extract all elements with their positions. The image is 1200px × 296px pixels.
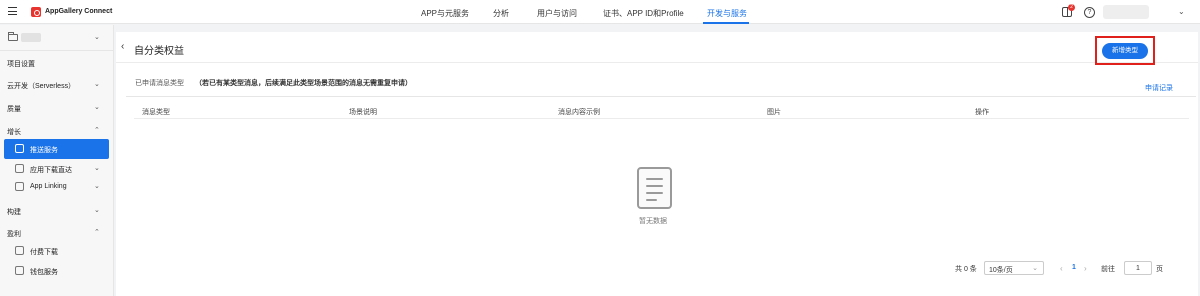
sidebar-item-quality[interactable]: 质量 ⌄ bbox=[0, 98, 114, 118]
sidebar-item-app-linking[interactable]: App Linking ⌄ bbox=[0, 177, 114, 197]
tab-analytics[interactable]: 分析 bbox=[493, 8, 509, 19]
chevron-down-icon: ⌄ bbox=[94, 104, 100, 111]
chevron-down-icon: ⌄ bbox=[94, 165, 100, 172]
sidebar-item-label: 钱包服务 bbox=[30, 269, 58, 276]
rocket-icon bbox=[15, 144, 24, 153]
chevron-down-icon[interactable]: ⌄ bbox=[94, 33, 100, 41]
sidebar-item-wallet[interactable]: 钱包服务 bbox=[0, 261, 114, 281]
chevron-down-icon: ⌄ bbox=[94, 207, 100, 214]
tab-app-services[interactable]: APP与元服务 bbox=[421, 8, 469, 19]
sidebar-item-project-settings[interactable]: 项目设置 bbox=[0, 53, 114, 73]
sidebar-item-label: 推送服务 bbox=[30, 147, 58, 154]
sidebar-item-paid-download[interactable]: 付费下载 bbox=[0, 241, 114, 261]
brand-name: AppGallery Connect bbox=[45, 8, 113, 15]
notification-badge: 2 bbox=[1068, 4, 1075, 11]
help-icon[interactable]: ? bbox=[1084, 7, 1095, 18]
divider bbox=[126, 96, 1196, 97]
sidebar-item-label: 云开发（Serverless） bbox=[7, 83, 76, 90]
highlight-box bbox=[1095, 36, 1155, 65]
sidebar-item-label: App Linking bbox=[30, 183, 67, 190]
sidebar-item-growth[interactable]: 增长 ⌃ bbox=[0, 121, 114, 141]
next-page-icon[interactable]: › bbox=[1084, 264, 1087, 273]
tab-develop-services[interactable]: 开发与服务 bbox=[707, 8, 747, 19]
wallet-icon bbox=[15, 266, 24, 275]
chevron-down-icon: ⌄ bbox=[1032, 265, 1038, 272]
pagination-total: 共 0 条 bbox=[955, 266, 977, 273]
sidebar-item-label: 项目设置 bbox=[7, 61, 35, 68]
tab-certificates[interactable]: 证书、APP ID和Profile bbox=[603, 8, 684, 19]
page-size-value: 10条/页 bbox=[989, 267, 1013, 274]
folder-icon bbox=[8, 32, 18, 41]
chevron-down-icon: ⌄ bbox=[94, 183, 100, 190]
active-tab-indicator bbox=[703, 22, 749, 24]
column-header-actions: 操作 bbox=[975, 109, 989, 116]
page-size-select[interactable]: 10条/页 ⌄ bbox=[984, 261, 1044, 275]
page-header: ‹ 自分类权益 新增类型 bbox=[116, 32, 1198, 65]
sidebar-item-label: 增长 bbox=[7, 129, 21, 136]
applied-types-label: 已申请消息类型 bbox=[135, 80, 184, 87]
page-suffix: 页 bbox=[1156, 266, 1163, 273]
tab-users-access[interactable]: 用户与访问 bbox=[537, 8, 577, 19]
project-selector[interactable]: ⌄ bbox=[0, 25, 114, 51]
empty-state-text: 暂无数据 bbox=[639, 218, 667, 225]
avatar[interactable] bbox=[1103, 5, 1149, 19]
link-icon bbox=[15, 182, 24, 191]
menu-icon[interactable] bbox=[8, 7, 17, 15]
goto-page-input[interactable]: 1 bbox=[1124, 261, 1152, 275]
column-header-example: 消息内容示例 bbox=[558, 109, 600, 116]
download-icon bbox=[15, 164, 24, 173]
chevron-up-icon: ⌃ bbox=[94, 127, 100, 134]
appgallery-logo-icon bbox=[31, 7, 41, 17]
sidebar-item-app-download[interactable]: 应用下载直达 ⌄ bbox=[0, 159, 114, 179]
applied-types-note: （若已有某类型消息，后续满足此类型场景范围的消息无需重复申请） bbox=[195, 80, 412, 87]
back-icon[interactable]: ‹ bbox=[121, 41, 124, 52]
sidebar-item-serverless[interactable]: 云开发（Serverless） ⌄ bbox=[0, 75, 114, 95]
sidebar-item-label: 应用下载直达 bbox=[30, 167, 72, 174]
sidebar-item-label: 质量 bbox=[7, 106, 21, 113]
column-header-message-type: 消息类型 bbox=[142, 109, 170, 116]
prev-page-icon[interactable]: ‹ bbox=[1060, 264, 1063, 273]
column-header-scene: 场景说明 bbox=[349, 109, 377, 116]
column-header-image: 图片 bbox=[767, 109, 781, 116]
empty-document-icon bbox=[637, 167, 672, 209]
apply-record-link[interactable]: 申请记录 bbox=[1145, 83, 1173, 93]
sidebar-item-label: 构建 bbox=[7, 209, 21, 216]
table-header-divider bbox=[134, 118, 1189, 119]
project-name bbox=[21, 33, 41, 42]
chevron-down-icon[interactable]: ⌄ bbox=[1178, 7, 1185, 16]
main-panel: ‹ 自分类权益 新增类型 已申请消息类型 （若已有某类型消息，后续满足此类型场景… bbox=[116, 32, 1198, 296]
paid-download-icon bbox=[15, 246, 24, 255]
sidebar-item-label: 盈利 bbox=[7, 231, 21, 238]
top-bar: AppGallery Connect APP与元服务 分析 用户与访问 证书、A… bbox=[0, 0, 1200, 24]
current-page-number[interactable]: 1 bbox=[1072, 264, 1076, 271]
sidebar-item-label: 付费下载 bbox=[30, 249, 58, 256]
page-title: 自分类权益 bbox=[134, 46, 184, 57]
chevron-up-icon: ⌃ bbox=[94, 229, 100, 236]
sidebar: ⌄ 项目设置 云开发（Serverless） ⌄ 质量 ⌄ 增长 ⌃ 推送服务 … bbox=[0, 25, 114, 296]
chevron-down-icon: ⌄ bbox=[94, 81, 100, 88]
sidebar-item-push-service[interactable]: 推送服务 bbox=[4, 139, 109, 159]
sidebar-item-build[interactable]: 构建 ⌄ bbox=[0, 201, 114, 221]
sidebar-item-monetize[interactable]: 盈利 ⌃ bbox=[0, 223, 114, 243]
goto-label: 前往 bbox=[1101, 266, 1115, 273]
